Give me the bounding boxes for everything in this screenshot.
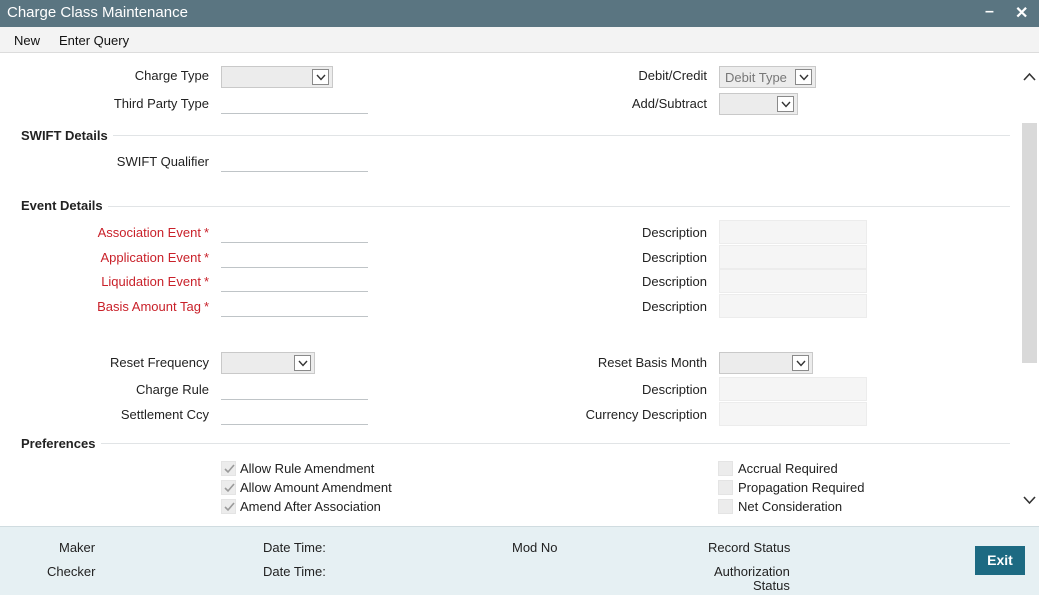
form-content: Charge Type Debit/Credit Debit Type Thir… [0, 53, 1020, 523]
association-event-label: Association Event * [97, 225, 209, 240]
basis-amount-tag-label: Basis Amount Tag * [97, 299, 209, 314]
menu-bar: New Enter Query [0, 27, 1039, 53]
description-label: Description [641, 250, 707, 265]
title-bar: Charge Class Maintenance – ✕ [0, 0, 1039, 27]
settlement-ccy-input[interactable] [221, 401, 368, 425]
debit-credit-value: Debit Type [725, 70, 787, 85]
exit-button[interactable]: Exit [975, 546, 1025, 575]
add-subtract-label: Add/Subtract [631, 96, 707, 111]
swift-qualifier-label: SWIFT Qualifier [116, 154, 209, 169]
maker-date-time-label: Date Time: [263, 540, 326, 555]
liquidation-event-description [719, 269, 867, 293]
charge-type-label: Charge Type [134, 68, 209, 83]
net-consideration-checkbox[interactable] [718, 499, 733, 514]
application-event-description [719, 245, 867, 269]
section-divider [113, 135, 1010, 136]
chevron-down-icon[interactable] [777, 96, 794, 112]
charge-type-select[interactable] [221, 66, 333, 88]
scrollbar-thumb[interactable] [1022, 123, 1037, 363]
description-label: Description [641, 225, 707, 240]
application-event-input[interactable] [221, 244, 368, 268]
third-party-type-input[interactable] [221, 90, 368, 114]
checker-label: Checker [47, 564, 96, 579]
checkmark-icon [224, 464, 235, 474]
reset-frequency-label: Reset Frequency [110, 355, 209, 370]
reset-frequency-select[interactable] [221, 352, 315, 374]
minimize-icon[interactable]: – [985, 3, 994, 21]
scroll-up-icon[interactable] [1023, 69, 1036, 82]
third-party-type-label: Third Party Type [113, 96, 209, 111]
propagation-required-checkbox[interactable] [718, 480, 733, 495]
accrual-required-label: Accrual Required [738, 461, 838, 476]
accrual-required-checkbox[interactable] [718, 461, 733, 476]
application-event-label: Application Event * [100, 250, 209, 265]
liquidation-event-input[interactable] [221, 268, 368, 292]
debit-credit-label: Debit/Credit [638, 68, 707, 83]
checker-date-time-label: Date Time: [263, 564, 326, 579]
maker-label: Maker [59, 540, 96, 555]
swift-details-heading: SWIFT Details [21, 128, 108, 143]
record-status-label: Record Status [708, 540, 791, 555]
charge-rule-label: Charge Rule [136, 382, 209, 397]
settlement-ccy-label: Settlement Ccy [120, 407, 209, 422]
amend-after-association-checkbox[interactable] [221, 499, 236, 514]
reset-basis-month-select[interactable] [719, 352, 813, 374]
checkmark-icon [224, 502, 235, 512]
chevron-down-icon[interactable] [795, 69, 812, 85]
description-label: Description [641, 299, 707, 314]
description-label: Description [641, 382, 707, 397]
mod-no-label: Mod No [512, 540, 558, 555]
reset-basis-month-label: Reset Basis Month [597, 355, 707, 370]
basis-amount-tag-input[interactable] [221, 293, 368, 317]
allow-rule-amendment-label: Allow Rule Amendment [240, 461, 375, 476]
scroll-down-icon[interactable] [1023, 493, 1036, 506]
association-event-description [719, 220, 867, 244]
net-consideration-label: Net Consideration [738, 499, 843, 514]
section-divider [108, 206, 1010, 207]
currency-description-label: Currency Description [585, 407, 707, 422]
charge-rule-description [719, 377, 867, 401]
allow-amount-amendment-checkbox[interactable] [221, 480, 236, 495]
chevron-down-icon[interactable] [294, 355, 311, 371]
chevron-down-icon[interactable] [792, 355, 809, 371]
currency-description-field [719, 402, 867, 426]
description-label: Description [641, 274, 707, 289]
association-event-input[interactable] [221, 219, 368, 243]
section-divider [101, 443, 1010, 444]
vertical-scrollbar[interactable] [1020, 53, 1039, 523]
liquidation-event-label: Liquidation Event * [101, 274, 209, 289]
propagation-required-label: Propagation Required [738, 480, 865, 495]
event-details-heading: Event Details [21, 198, 103, 213]
add-subtract-select[interactable] [719, 93, 798, 115]
allow-amount-amendment-label: Allow Amount Amendment [240, 480, 392, 495]
amend-after-association-label: Amend After Association [240, 499, 381, 514]
enter-query-menu-item[interactable]: Enter Query [59, 33, 129, 48]
authorization-status-label: Status [753, 578, 790, 593]
close-icon[interactable]: ✕ [1015, 3, 1028, 23]
checkmark-icon [224, 483, 235, 493]
basis-amount-tag-description [719, 294, 867, 318]
preferences-heading: Preferences [21, 436, 96, 451]
new-menu-item[interactable]: New [14, 33, 40, 48]
swift-qualifier-input[interactable] [221, 148, 368, 172]
audit-footer: Maker Checker Date Time: Date Time: Mod … [0, 526, 1039, 595]
charge-rule-input[interactable] [221, 376, 368, 400]
debit-credit-select[interactable]: Debit Type [719, 66, 816, 88]
window-title: Charge Class Maintenance [7, 4, 188, 21]
authorization-label: Authorization [714, 564, 790, 579]
allow-rule-amendment-checkbox[interactable] [221, 461, 236, 476]
chevron-down-icon[interactable] [312, 69, 329, 85]
